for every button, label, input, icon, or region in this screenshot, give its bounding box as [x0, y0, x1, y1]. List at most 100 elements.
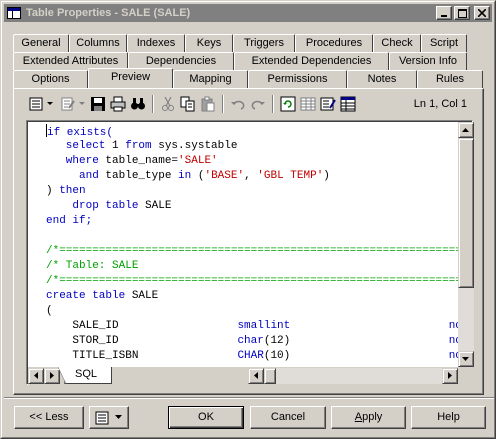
code-token: CHAR: [237, 350, 264, 362]
code-token: SALE: [131, 290, 159, 302]
tab-rules[interactable]: Rules: [417, 70, 483, 88]
code-token: not: [448, 320, 458, 332]
code-token: from: [125, 140, 159, 152]
title-bar[interactable]: Table Properties - SALE (SALE): [4, 4, 492, 22]
code-line: end if;: [46, 214, 458, 229]
code-token: if exists(: [47, 127, 114, 139]
vertical-scroll-thumb[interactable]: [458, 138, 474, 288]
tab-triggers[interactable]: Triggers: [233, 34, 295, 52]
code-token: where: [46, 155, 106, 167]
tab-permissions[interactable]: Permissions: [248, 70, 347, 88]
undo-button[interactable]: [228, 94, 248, 114]
toolbar-separator: [272, 95, 274, 113]
refresh-icon: [280, 96, 296, 112]
properties-menu-dropdown[interactable]: [46, 94, 54, 114]
copy-icon: [180, 96, 195, 112]
find-icon: [131, 98, 145, 110]
code-token: in: [178, 170, 198, 182]
table-button[interactable]: [298, 94, 318, 114]
chevron-down-icon: [47, 102, 53, 105]
sql-tab[interactable]: SQL: [58, 367, 112, 384]
help-button[interactable]: Help: [411, 406, 486, 429]
code-line: where table_name='SALE': [46, 154, 458, 169]
window-title: Table Properties - SALE (SALE): [26, 7, 191, 19]
refresh-button[interactable]: [278, 94, 298, 114]
tab-row-2: Extended Attributes Dependencies Extende…: [13, 52, 467, 70]
code-line: /*======================================…: [46, 244, 458, 259]
paste-icon: [201, 96, 215, 112]
code-token: TITLE_ISBN: [46, 350, 238, 362]
apply-button[interactable]: Apply: [331, 406, 406, 429]
code-token: select: [46, 140, 113, 152]
properties-menu-icon: [29, 97, 43, 111]
code-line: create table SALE: [46, 289, 458, 304]
cancel-button[interactable]: Cancel: [250, 406, 326, 429]
tab-general[interactable]: General: [13, 34, 69, 52]
tab-scroll-left-button[interactable]: [28, 368, 44, 384]
less-button[interactable]: << Less: [14, 406, 84, 429]
close-button[interactable]: [474, 6, 490, 20]
tab-procedures[interactable]: Procedures: [295, 34, 373, 52]
redo-button[interactable]: [248, 94, 268, 114]
edit-menu-icon: [61, 97, 75, 111]
properties-menu-button-bottom[interactable]: [89, 406, 129, 429]
editor-margin: [28, 122, 46, 367]
tab-indexes[interactable]: Indexes: [127, 34, 185, 52]
cut-button[interactable]: [158, 94, 178, 114]
edit-menu-button[interactable]: [58, 94, 78, 114]
grid-button[interactable]: [338, 94, 358, 114]
arrow-up-icon: [462, 127, 469, 132]
toolbar-separator: [222, 95, 224, 113]
button-divider: [4, 397, 494, 399]
tab-notes[interactable]: Notes: [347, 70, 417, 88]
code-token: ,: [244, 170, 258, 182]
horizontal-scrollbar[interactable]: [248, 368, 458, 384]
code-token: char: [237, 335, 264, 347]
minimize-icon: [441, 15, 447, 17]
code-token: (10): [263, 350, 291, 362]
code-token: drop table: [46, 200, 146, 212]
table-properties-window: Table Properties - SALE (SALE) General C…: [0, 0, 496, 439]
code-token: sys.systable: [158, 140, 238, 152]
tab-options[interactable]: Options: [13, 70, 88, 88]
tab-mapping[interactable]: Mapping: [173, 70, 248, 88]
arrow-left-icon: [33, 372, 38, 379]
horizontal-scroll-thumb[interactable]: [264, 368, 276, 384]
copy-button[interactable]: [178, 94, 198, 114]
vertical-scrollbar[interactable]: [458, 122, 474, 367]
scroll-left-button[interactable]: [248, 368, 264, 384]
code-token: (12): [263, 335, 291, 347]
tab-extended-dependencies[interactable]: Extended Dependencies: [234, 52, 389, 70]
tab-version-info[interactable]: Version Info: [389, 52, 467, 70]
tab-preview[interactable]: Preview: [88, 68, 173, 88]
ok-button[interactable]: OK: [168, 406, 244, 429]
scroll-down-button[interactable]: [458, 351, 474, 367]
scroll-up-button[interactable]: [458, 122, 474, 138]
options-button[interactable]: [318, 94, 338, 114]
tab-keys[interactable]: Keys: [185, 34, 233, 52]
code-token: SALE_ID: [46, 320, 238, 332]
tab-columns[interactable]: Columns: [69, 34, 127, 52]
maximize-button[interactable]: [454, 6, 470, 20]
arrow-right-icon: [49, 372, 54, 379]
find-button[interactable]: [128, 94, 148, 114]
arrow-right-icon: [447, 372, 452, 379]
sql-preview-editor[interactable]: if exists( select 1 from sys.systable wh…: [26, 120, 474, 385]
save-button[interactable]: [88, 94, 108, 114]
grid-icon: [340, 96, 356, 112]
scroll-right-button[interactable]: [442, 368, 458, 384]
tab-script[interactable]: Script: [421, 34, 467, 52]
tab-row-3: Options Preview Mapping Permissions Note…: [13, 68, 483, 88]
code-line: (: [46, 304, 458, 319]
edit-menu-dropdown[interactable]: [78, 94, 86, 114]
editor-bottom-bar: SQL: [28, 367, 474, 385]
properties-menu-button[interactable]: [26, 94, 46, 114]
tab-check[interactable]: Check: [373, 34, 421, 52]
code-token: 1: [112, 140, 126, 152]
paste-button[interactable]: [198, 94, 218, 114]
sql-code[interactable]: if exists( select 1 from sys.systable wh…: [46, 124, 458, 367]
print-button[interactable]: [108, 94, 128, 114]
code-token: 'GBL TEMP': [257, 170, 324, 182]
minimize-button[interactable]: [436, 6, 452, 20]
arrow-down-icon: [462, 356, 469, 361]
